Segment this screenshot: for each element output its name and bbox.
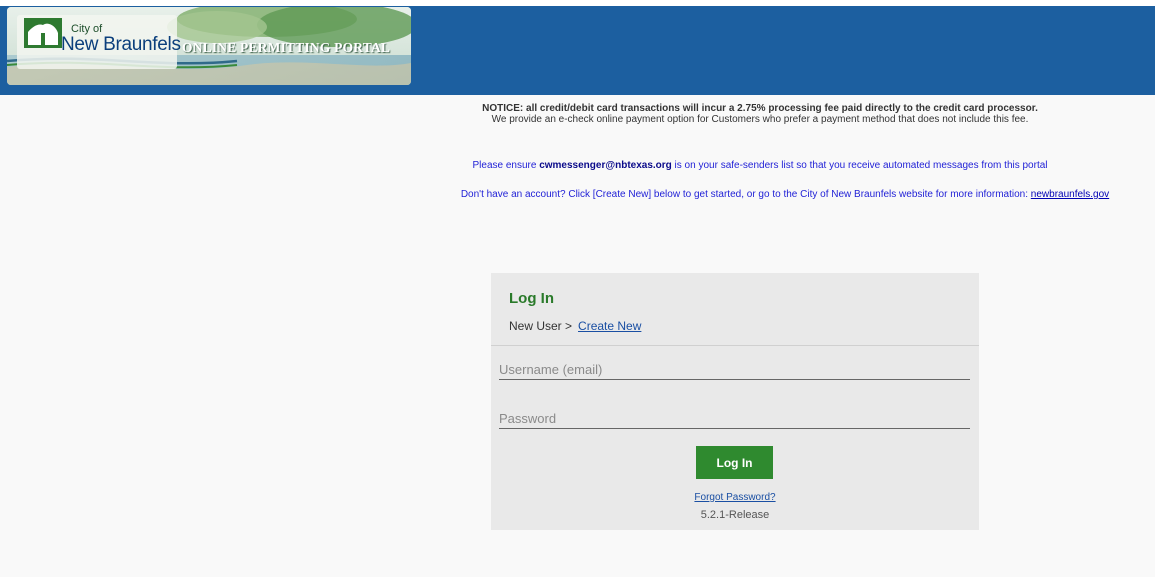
panel-divider	[491, 345, 979, 346]
login-title: Log In	[509, 290, 554, 307]
city-logo-banner[interactable]: City of New Braunfels ONLINE PERMITTING …	[7, 7, 411, 85]
version-label: 5.2.1-Release	[700, 509, 770, 521]
new-user-row: New User > Create New	[509, 319, 641, 333]
header-bar: City of New Braunfels ONLINE PERMITTING …	[0, 6, 1155, 95]
login-button[interactable]: Log In	[696, 446, 773, 479]
password-input[interactable]	[499, 408, 970, 429]
safe-senders-email: cwmessenger@nbtexas.org	[539, 160, 672, 171]
fee-notice: NOTICE: all credit/debit card transactio…	[410, 103, 1110, 125]
username-input[interactable]	[499, 359, 970, 380]
safe-senders-suffix: is on your safe-senders list so that you…	[671, 160, 1048, 171]
safe-senders-prefix: Please ensure	[472, 160, 540, 171]
login-panel: Log In New User > Create New Log In Forgo…	[491, 273, 979, 530]
oak-tree-icon	[24, 18, 62, 48]
new-user-label: New User >	[509, 319, 573, 333]
logo-name-text: New Braunfels	[61, 34, 181, 55]
account-info: Don't have an account? Click [Create New…	[405, 189, 1155, 200]
forgot-password-row: Forgot Password?	[491, 492, 979, 503]
create-new-link[interactable]: Create New	[578, 319, 641, 333]
fee-notice-line1: NOTICE: all credit/debit card transactio…	[482, 103, 1038, 114]
account-info-text: Don't have an account? Click [Create New…	[460, 189, 1031, 200]
city-website-link[interactable]: newbraunfels.gov	[1031, 189, 1109, 200]
forgot-password-link[interactable]: Forgot Password?	[694, 492, 775, 503]
logo-portal-text: ONLINE PERMITTING PORTAL	[182, 40, 391, 55]
safe-senders-notice: Please ensure cwmessenger@nbtexas.org is…	[410, 160, 1110, 171]
fee-notice-line2: We provide an e-check online payment opt…	[491, 114, 1029, 125]
